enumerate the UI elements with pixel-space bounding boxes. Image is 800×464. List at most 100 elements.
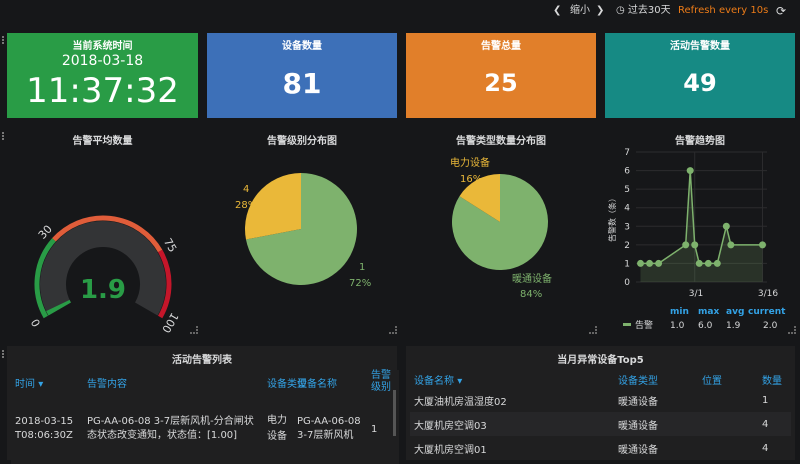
legend-series-name[interactable]: 告警: [635, 319, 653, 331]
data-point[interactable]: [637, 259, 645, 267]
y-tick-label: 5: [624, 185, 630, 195]
panel-title: 设备数量: [282, 41, 322, 52]
panel-title: 活动告警列表: [172, 355, 232, 366]
y-tick-label: 2: [624, 241, 630, 251]
column-header-time[interactable]: 时间 ▾: [11, 370, 83, 394]
gauge-value: 1.9: [80, 275, 126, 305]
resize-handle[interactable]: [190, 326, 198, 334]
table-row[interactable]: 2018-03-15T08:06:30Z PG-AA-06-08 3-7层新风机…: [11, 394, 399, 464]
resize-handle[interactable]: [389, 326, 397, 334]
column-header-device-type[interactable]: 设备类型: [263, 370, 307, 394]
data-point[interactable]: [713, 259, 721, 267]
trend-chart-panel: 告警趋势图 01234567 3/1 3/16 告警数（条） min max a…: [605, 126, 795, 336]
y-tick-label: 1: [624, 259, 630, 269]
chevron-left-icon[interactable]: ❮: [553, 3, 561, 19]
data-point[interactable]: [704, 259, 712, 267]
y-axis-label: 告警数（条）: [607, 194, 617, 242]
top-bar: ❮ 缩小 ❯ ◷ 过去30天 Refresh every 10s ⟳: [0, 0, 800, 22]
table-row[interactable]: 大厦油机房温湿度02 暖通设备 1: [410, 388, 791, 412]
gauge-tick-label: 75: [161, 236, 179, 255]
column-header-location[interactable]: 位置: [698, 370, 758, 388]
pie-percent: 16%: [460, 174, 482, 185]
pie-chart-alarm-type: 电力设备 16% 暖通设备 84%: [450, 156, 552, 300]
cell-device-type: 电力设备: [267, 415, 287, 442]
y-tick-label: 3: [624, 222, 630, 232]
cell-content: PG-AA-06-08 3-7层新风机-分合闸状态状态改变通知，状态值：[1.0…: [87, 416, 254, 441]
pie-chart-alarm-level: 4 28% 1 72%: [235, 173, 371, 289]
top5-device-table-panel: 当月异常设备Top5 设备名称 ▾ 设备类型 位置 数量 大厦油机房温湿度02 …: [406, 346, 795, 460]
column-header-count[interactable]: 数量: [758, 370, 791, 388]
drag-handle[interactable]: [2, 36, 6, 44]
y-tick-label: 7: [624, 148, 630, 158]
zoom-out-button[interactable]: 缩小: [570, 3, 590, 19]
cell-device-name: 大厦机房空调03: [414, 420, 487, 432]
gauge-panel: 告警平均数量 0 30 75 100 1.9: [7, 126, 198, 336]
data-point[interactable]: [686, 167, 694, 175]
cell-device-name: 大厦油机房温湿度02: [414, 396, 507, 408]
column-header-device-name[interactable]: 设备名称: [293, 370, 367, 394]
cell-device-type: 暖通设备: [618, 444, 658, 456]
resize-handle[interactable]: [589, 326, 597, 334]
data-point[interactable]: [695, 259, 703, 267]
time-range-picker[interactable]: ◷ 过去30天: [616, 3, 671, 19]
y-tick-label: 0: [624, 278, 630, 288]
legend-max-value: 6.0: [698, 321, 713, 331]
cell-device-type: 暖通设备: [618, 420, 658, 432]
cell-device-type: 暖通设备: [618, 396, 658, 408]
data-point[interactable]: [727, 241, 735, 249]
pie-label: 电力设备: [450, 156, 490, 169]
data-point[interactable]: [655, 259, 663, 267]
legend-header-current: current: [748, 307, 786, 317]
pie-percent: 72%: [349, 278, 371, 289]
pie-label: 暖通设备: [512, 272, 552, 285]
panel-title: 当月异常设备Top5: [557, 355, 644, 366]
gauge-chart: 0 30 75 100 1.9: [29, 215, 181, 334]
refresh-interval-label[interactable]: Refresh every 10s: [678, 3, 768, 19]
resize-handle[interactable]: [788, 326, 796, 334]
table-row[interactable]: 大厦机房空调03 暖通设备 4: [410, 412, 791, 436]
stat-value: 81: [282, 67, 322, 100]
data-point[interactable]: [646, 259, 654, 267]
gauge-value-fill: [46, 299, 72, 316]
stat-value: 49: [683, 69, 717, 97]
column-header-content[interactable]: 告警内容: [83, 370, 263, 394]
pie-label: 4: [243, 184, 249, 195]
cell-location: [698, 436, 758, 460]
active-alarm-table: 时间 ▾ 告警内容 设备类型 设备名称 告警级别 2018-03-15T08:0…: [11, 370, 399, 464]
drag-handle[interactable]: [2, 132, 6, 140]
legend-header-min: min: [670, 307, 689, 317]
legend-avg-value: 1.9: [726, 321, 741, 331]
panel-title: 活动告警数量: [670, 41, 730, 52]
table-row[interactable]: 大厦机房空调01 暖通设备 4: [410, 436, 791, 460]
table-header-row: 设备名称 ▾ 设备类型 位置 数量: [410, 370, 791, 388]
data-point[interactable]: [722, 222, 730, 230]
panel-title: 告警总量: [481, 41, 521, 52]
legend-swatch: [623, 323, 631, 326]
cell-count: 4: [762, 418, 769, 430]
pie-percent: 28%: [235, 200, 257, 211]
panel-title: 当前系统时间: [72, 41, 133, 52]
drag-handle[interactable]: [2, 350, 6, 358]
stat-panel-system-time: 当前系统时间 2018-03-18 11:37:32: [7, 33, 198, 118]
x-tick-label: 3/1: [689, 289, 703, 299]
stat-panel-alarms-total: 告警总量 25: [406, 33, 596, 118]
table-scrollbar[interactable]: [393, 390, 396, 436]
refresh-icon[interactable]: ⟳: [776, 3, 786, 19]
legend-current-value: 2.0: [763, 321, 778, 331]
data-point[interactable]: [758, 241, 766, 249]
caret-down-icon: ▾: [457, 375, 463, 387]
clock-icon: ◷: [616, 5, 625, 16]
caret-down-icon: ▾: [38, 378, 44, 390]
cell-time: 2018-03-15T08:06:30Z: [15, 416, 74, 441]
cell-device-name: 大厦机房空调01: [414, 444, 487, 456]
column-header-device-name[interactable]: 设备名称 ▾: [410, 370, 614, 388]
y-tick-label: 4: [624, 204, 630, 214]
cell-count: 1: [762, 394, 769, 406]
data-point[interactable]: [682, 241, 690, 249]
pie-panel-alarm-level: 告警级别分布图 4 28% 1 72%: [207, 126, 397, 336]
data-point[interactable]: [691, 241, 699, 249]
stat-clock: 11:37:32: [26, 71, 179, 111]
cell-device-name: PG-AA-06-08 3-7层新风机: [297, 416, 361, 441]
chevron-right-icon[interactable]: ❯: [596, 3, 604, 19]
column-header-device-type[interactable]: 设备类型: [614, 370, 698, 388]
